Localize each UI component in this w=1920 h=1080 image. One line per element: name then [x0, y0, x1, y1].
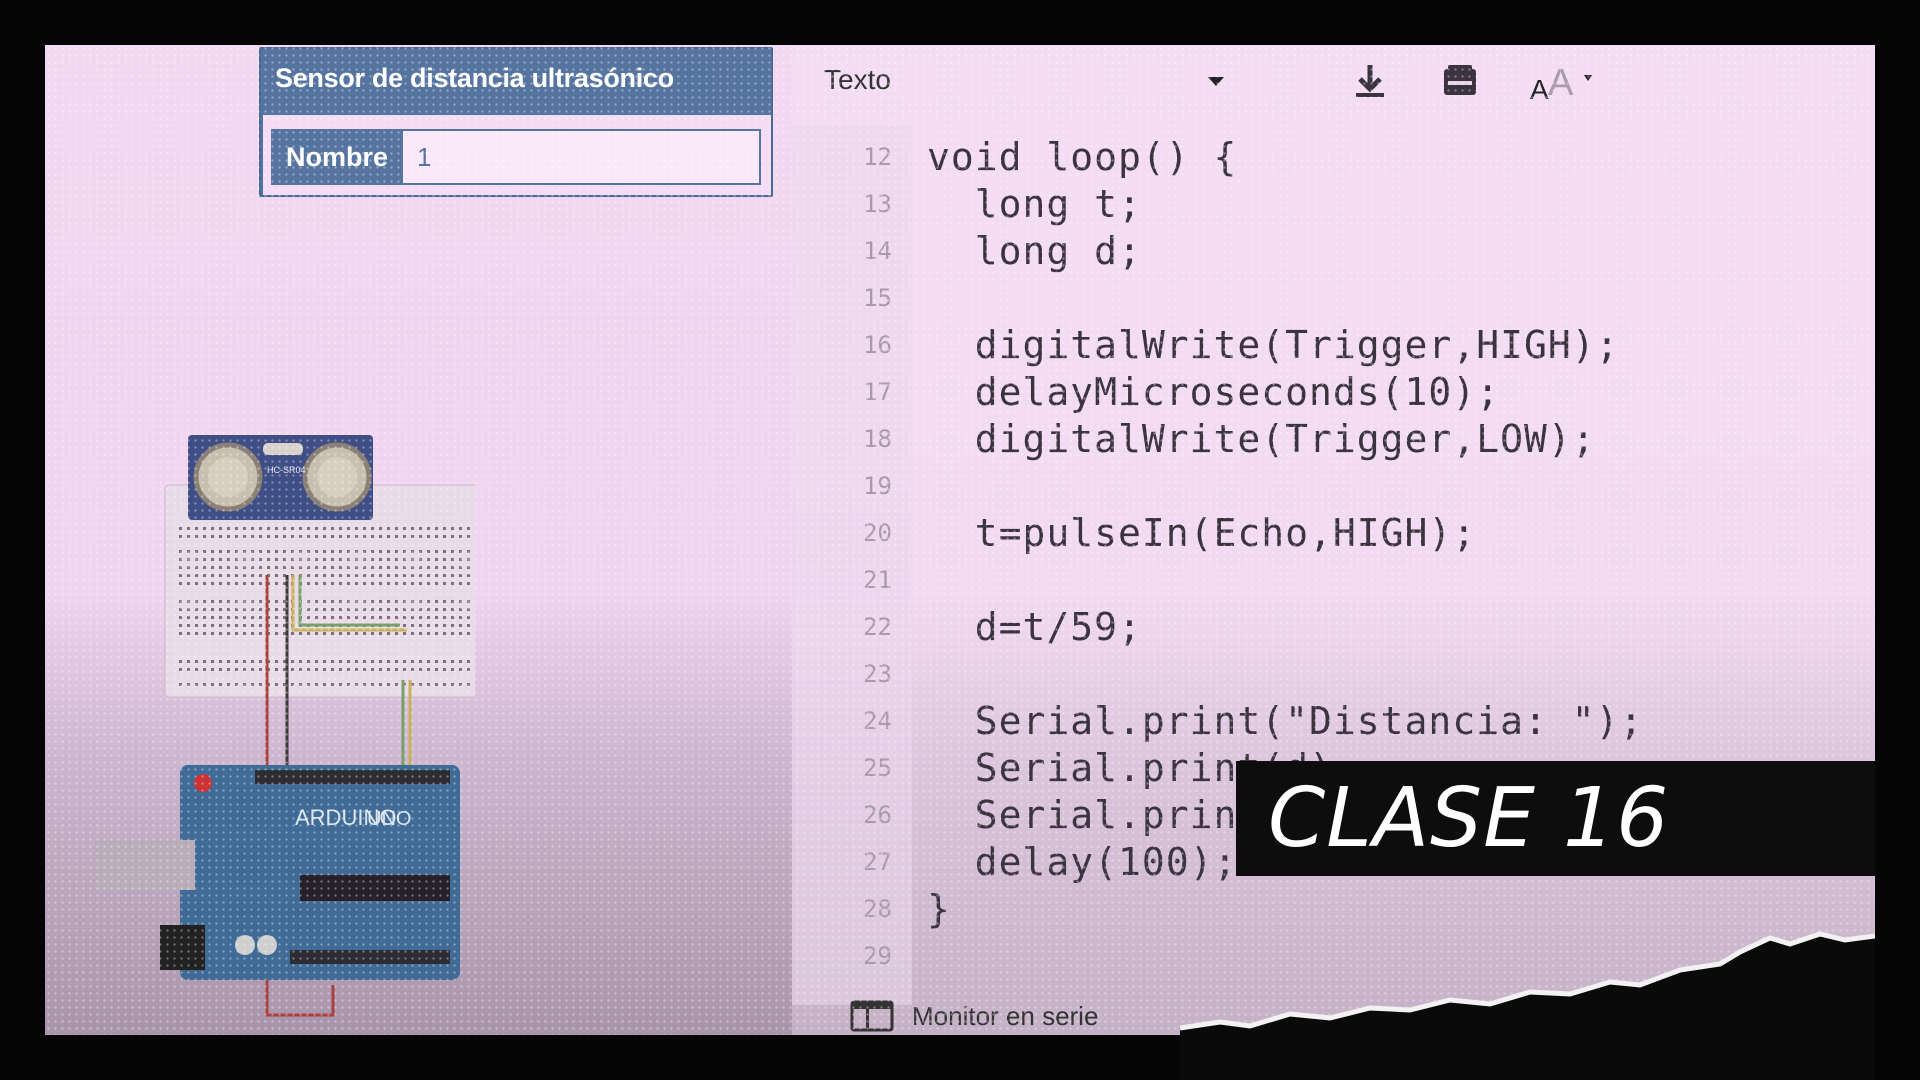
sensor-label: HC-SR04 — [267, 465, 306, 475]
code-mode-select[interactable]: Texto — [812, 55, 1252, 105]
line-number: 24 — [863, 707, 892, 735]
line-number: 26 — [863, 801, 892, 829]
svg-text:A: A — [1530, 74, 1549, 103]
line-number: 20 — [863, 519, 892, 547]
line-number: 17 — [863, 378, 892, 406]
code-line[interactable]: t=pulseIn(Echo,HIGH); — [927, 511, 1476, 555]
code-line[interactable]: long d; — [927, 229, 1142, 273]
board-model: UNO — [367, 808, 411, 830]
line-number: 27 — [863, 848, 892, 876]
code-line[interactable]: void loop() { — [927, 135, 1237, 179]
code-line[interactable]: long t; — [927, 182, 1142, 226]
chevron-down-icon — [1208, 77, 1224, 86]
name-field-row: Nombre 1 — [263, 115, 771, 195]
line-number: 23 — [863, 660, 892, 688]
line-number: 21 — [863, 566, 892, 594]
serial-monitor-label: Monitor en serie — [912, 1000, 1099, 1031]
code-line[interactable]: digitalWrite(Trigger,LOW); — [927, 417, 1596, 461]
line-number: 18 — [863, 425, 892, 453]
lesson-title-banner: CLASE 16 — [1236, 761, 1875, 876]
code-toolbar: Texto A A — [792, 45, 1875, 115]
line-number: 15 — [863, 284, 892, 312]
line-number: 12 — [863, 143, 892, 171]
line-number: 19 — [863, 472, 892, 500]
line-number-gutter: 12 13 14 15 16 17 18 19 20 21 22 23 24 25 26 27 28 29 — [792, 125, 912, 1005]
download-icon[interactable] — [1348, 59, 1392, 103]
name-field-label: Nombre — [271, 129, 403, 185]
svg-text:A: A — [1548, 62, 1574, 103]
lesson-title: CLASE 16 — [1268, 771, 1670, 866]
name-field-input[interactable]: 1 — [403, 129, 761, 185]
line-number: 13 — [863, 190, 892, 218]
code-line[interactable]: delay(100); — [927, 840, 1237, 884]
code-mode-value: Texto — [824, 64, 891, 95]
code-line[interactable]: Serial.print("Distancia: "); — [927, 699, 1643, 743]
ultrasonic-sensor[interactable]: HC-SR04 — [188, 435, 373, 520]
circuit-diagram[interactable]: HC-SR04 ARDUINO UNO — [95, 425, 475, 1025]
library-icon[interactable] — [1438, 59, 1482, 103]
torn-paper-decoration — [1180, 931, 1875, 1080]
code-line[interactable]: digitalWrite(Trigger,HIGH); — [927, 323, 1619, 367]
code-line[interactable]: } — [927, 887, 951, 931]
serial-monitor-button[interactable]: Monitor en serie — [850, 1000, 1098, 1032]
line-number: 29 — [863, 942, 892, 970]
line-number: 16 — [863, 331, 892, 359]
serial-monitor-icon — [850, 1000, 894, 1032]
video-frame: Sensor de distancia ultrasónico Nombre 1… — [45, 45, 1875, 1035]
code-line[interactable]: Serial.print — [927, 793, 1261, 837]
code-line[interactable]: d=t/59; — [927, 605, 1142, 649]
sensor-properties-panel: Sensor de distancia ultrasónico Nombre 1 — [259, 47, 773, 197]
font-size-icon[interactable]: A A — [1528, 59, 1598, 103]
code-editor-panel: Texto A A 12 13 14 15 16 17 18 19 20 21 22 23 24 25 26… — [792, 45, 1875, 1035]
line-number: 14 — [863, 237, 892, 265]
line-number: 22 — [863, 613, 892, 641]
code-line[interactable]: delayMicroseconds(10); — [927, 370, 1500, 414]
line-number: 28 — [863, 895, 892, 923]
line-number: 25 — [863, 754, 892, 782]
arduino-uno-board[interactable]: ARDUINO UNO — [95, 765, 460, 980]
properties-panel-title: Sensor de distancia ultrasónico — [275, 63, 674, 93]
